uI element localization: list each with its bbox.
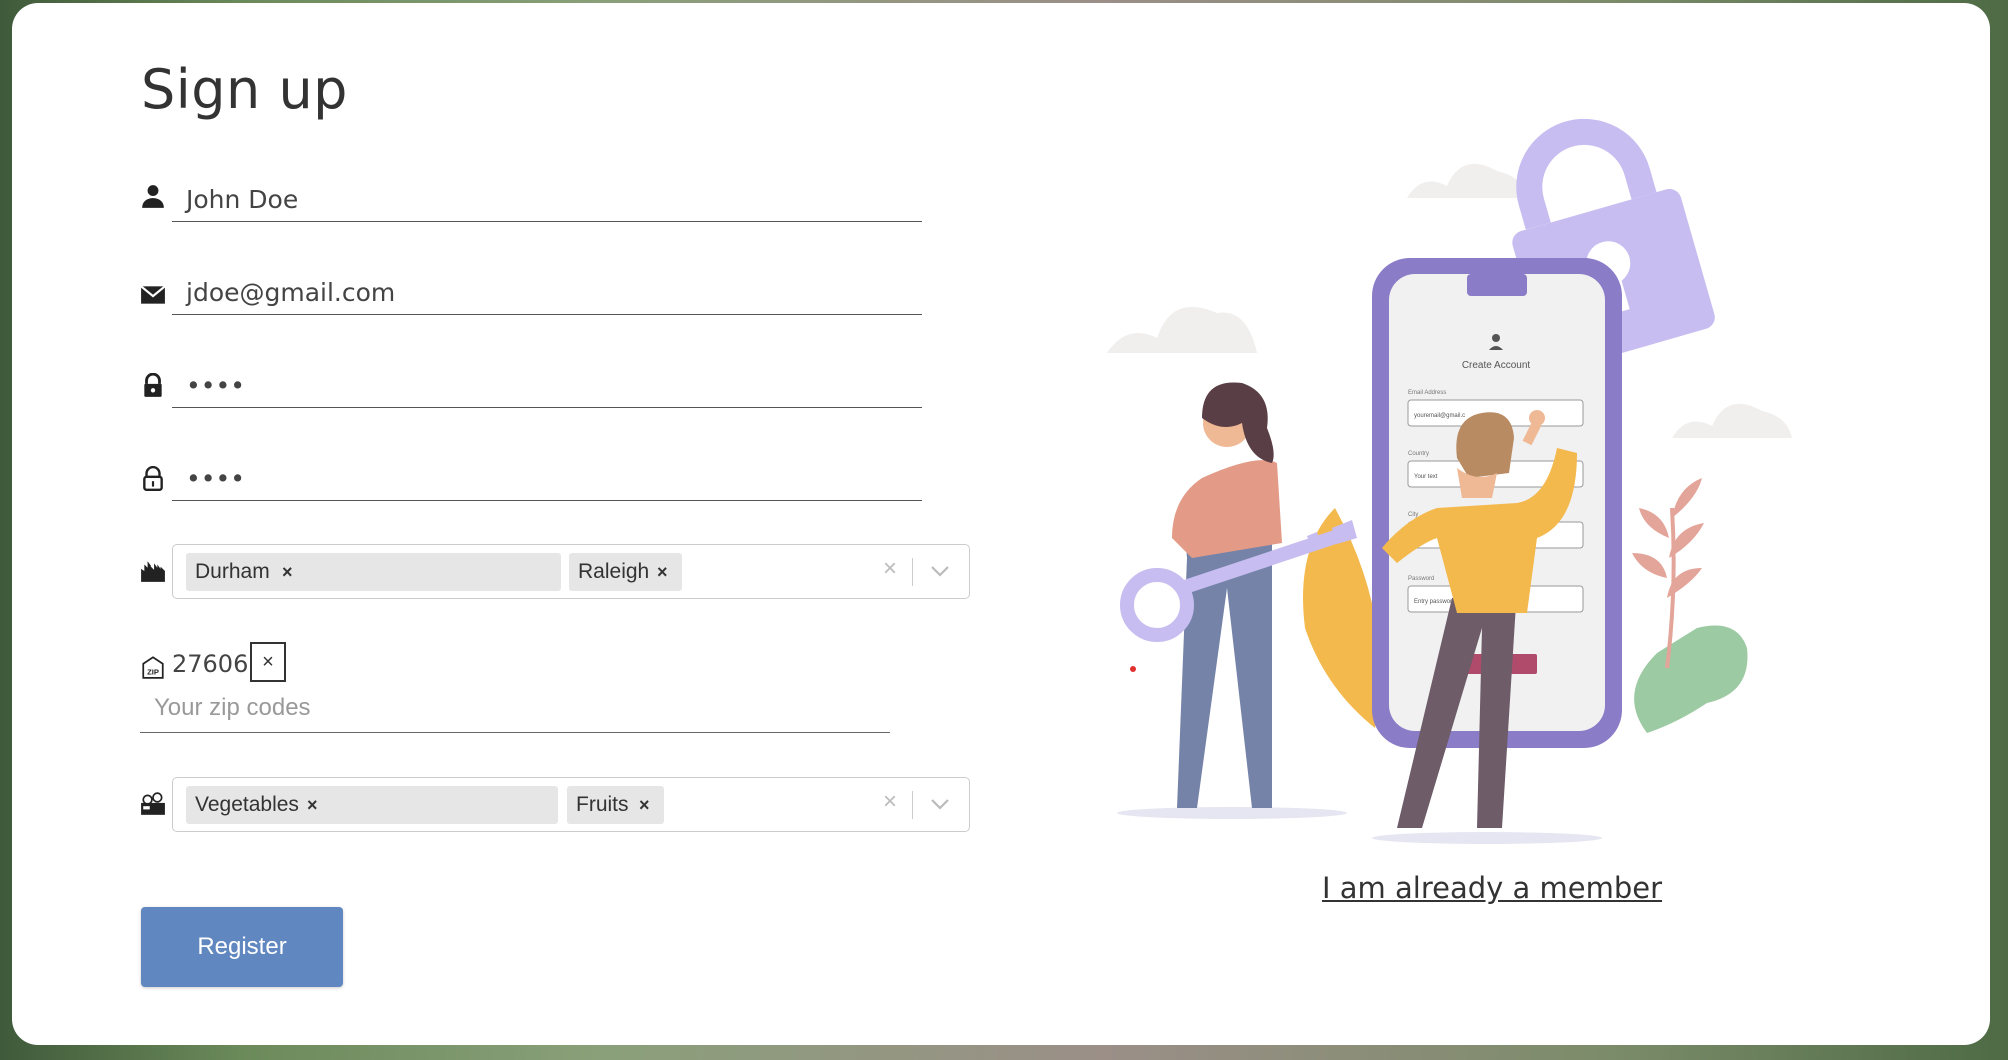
chip-remove-icon[interactable]: × [282,553,293,591]
zip-remove-button[interactable]: × [250,642,286,682]
phone-password-value: Entry password [1414,599,1455,605]
phone-heading: Create Account [1462,360,1531,371]
chip-remove-icon[interactable]: × [307,786,318,824]
user-icon [142,185,164,208]
zip-icon: ZIP [142,656,164,679]
clear-icon[interactable]: × [883,555,897,583]
phone-country-value: Your text [1414,474,1438,480]
envelope-icon [140,285,166,304]
chevron-down-icon[interactable] [927,792,953,816]
confirm-password-value: •••• [186,464,245,493]
lock-icon [144,373,162,397]
food-chip-label: Fruits [576,793,629,816]
email-value: jdoe@gmail.com [186,278,396,307]
phone-email-label: Email Address [1408,390,1446,396]
svg-text:ZIP: ZIP [147,668,159,677]
city-icon [141,561,165,582]
name-value: John Doe [186,185,299,214]
city-chip-label: Raleigh [578,560,650,583]
foods-select[interactable]: Vegetables × Fruits × × [172,777,970,832]
register-button[interactable]: Register [141,907,343,987]
city-chip-raleigh: Raleigh × [569,553,682,591]
groceries-icon [141,792,165,815]
chevron-down-icon[interactable] [927,559,953,583]
page-title: Sign up [141,58,348,121]
chip-remove-icon[interactable]: × [639,786,650,824]
food-chip-fruits: Fruits × [567,786,664,824]
phone-city-label: City [1408,512,1418,518]
password-field[interactable]: •••• [172,361,922,408]
food-chip-vegetables: Vegetables × [186,786,558,824]
zip-placeholder: Your zip codes [154,694,311,721]
lock-open-icon [143,466,163,492]
password-value: •••• [186,371,245,400]
signup-illustration: Create Account Email Address youremail@g… [1107,118,1792,844]
phone-email-value: youremail@gmail.c [1414,413,1465,419]
zip-input[interactable]: Your zip codes [140,688,890,733]
already-member-link[interactable]: I am already a member [1322,871,1662,905]
name-field[interactable]: John Doe [172,175,922,222]
phone-password-label: Password [1408,576,1434,582]
control-separator [911,558,913,586]
email-field[interactable]: jdoe@gmail.com [172,268,922,315]
cursor-dot [1130,666,1136,672]
city-chip-label: Durham [195,560,270,583]
zip-tag: 27606 [172,650,249,678]
clear-icon[interactable]: × [883,788,897,816]
phone-country-label: Country [1408,451,1429,457]
food-chip-label: Vegetables [195,793,299,816]
control-separator [911,791,913,819]
cities-select[interactable]: Durham × Raleigh × × [172,544,970,599]
signup-card: Sign up John Doe jdoe@gmail.com •••• •••… [12,3,1990,1045]
city-chip-durham: Durham × [186,553,561,591]
confirm-password-field[interactable]: •••• [172,454,922,501]
chip-remove-icon[interactable]: × [657,553,668,591]
